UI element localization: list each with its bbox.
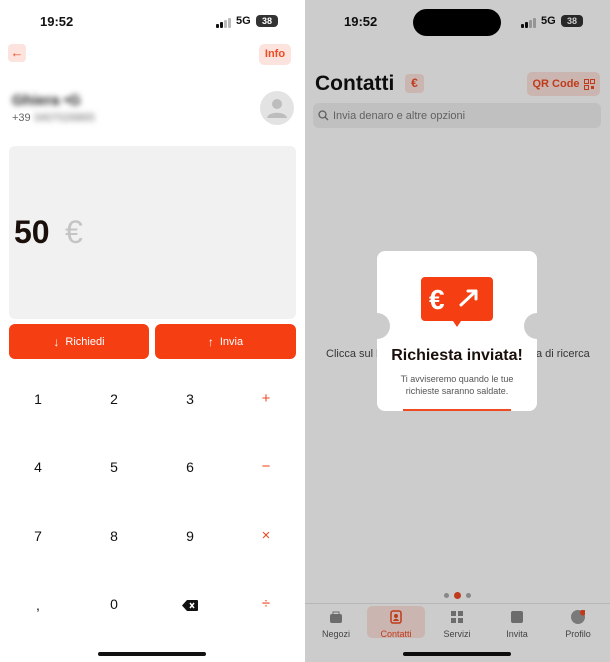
key-divide[interactable]: ÷ <box>236 589 296 619</box>
info-button[interactable]: Info <box>259 44 291 65</box>
key-minus[interactable]: − <box>236 452 296 482</box>
key-5[interactable]: 5 <box>84 452 144 482</box>
backspace-icon <box>182 599 198 611</box>
signal-icon <box>216 18 231 28</box>
request-label: Richiedi <box>65 335 105 348</box>
svg-text:€: € <box>429 284 445 315</box>
key-2[interactable]: 2 <box>84 384 144 414</box>
arrow-down-icon: ↓ <box>53 334 60 349</box>
key-9[interactable]: 9 <box>160 521 220 551</box>
amount-display: 50 € <box>9 146 296 319</box>
status-time: 19:52 <box>40 14 74 29</box>
battery-icon: 38 <box>256 15 278 27</box>
request-sent-popup: € Richiesta inviata! Ti avviseremo quand… <box>377 251 537 411</box>
person-icon <box>267 99 287 118</box>
phone-number: 3407026865 <box>33 112 95 124</box>
backspace-key[interactable] <box>160 589 220 619</box>
status-bar: 19:52 5G 38 <box>0 0 305 44</box>
key-6[interactable]: 6 <box>160 452 220 482</box>
key-7[interactable]: 7 <box>8 521 68 551</box>
amount-entry-screen: 19:52 5G 38 ← Info Ghiera •G +39 3407026… <box>0 0 305 662</box>
key-0[interactable]: 0 <box>84 589 144 619</box>
key-multiply[interactable]: × <box>236 521 296 551</box>
back-button[interactable]: ← <box>8 44 26 62</box>
arrow-up-icon: ↑ <box>207 334 214 349</box>
key-comma[interactable]: , <box>8 590 68 620</box>
request-button[interactable]: ↓ Richiedi <box>9 324 149 359</box>
contacts-screen: 19:52 5G 38 Contatti € QR Code Invia den… <box>305 0 610 662</box>
contact-name: Ghiera •G <box>12 92 81 109</box>
key-plus[interactable]: + <box>236 384 296 414</box>
key-1[interactable]: 1 <box>8 384 68 414</box>
currency-symbol: € <box>65 214 83 250</box>
popup-message: Ti avviseremo quando le tue richieste sa… <box>400 374 514 396</box>
key-4[interactable]: 4 <box>8 452 68 482</box>
send-label: Invia <box>219 335 244 348</box>
screenshot-pair: 19:52 5G 38 ← Info Ghiera •G +39 3407026… <box>0 0 610 662</box>
euro-request-icon: € <box>421 277 493 327</box>
send-button[interactable]: ↑ Invia <box>155 324 296 359</box>
avatar <box>260 91 294 125</box>
arrow-left-icon: ← <box>10 45 24 60</box>
key-3[interactable]: 3 <box>160 384 220 414</box>
popup-title: Richiesta inviata! <box>391 347 523 364</box>
phone-prefix: +39 <box>12 112 31 124</box>
amount-value: 50 <box>14 214 50 250</box>
home-indicator <box>98 652 206 656</box>
contact-phone: +39 3407026865 <box>12 112 95 124</box>
key-8[interactable]: 8 <box>84 521 144 551</box>
network-label: 5G <box>236 15 251 27</box>
